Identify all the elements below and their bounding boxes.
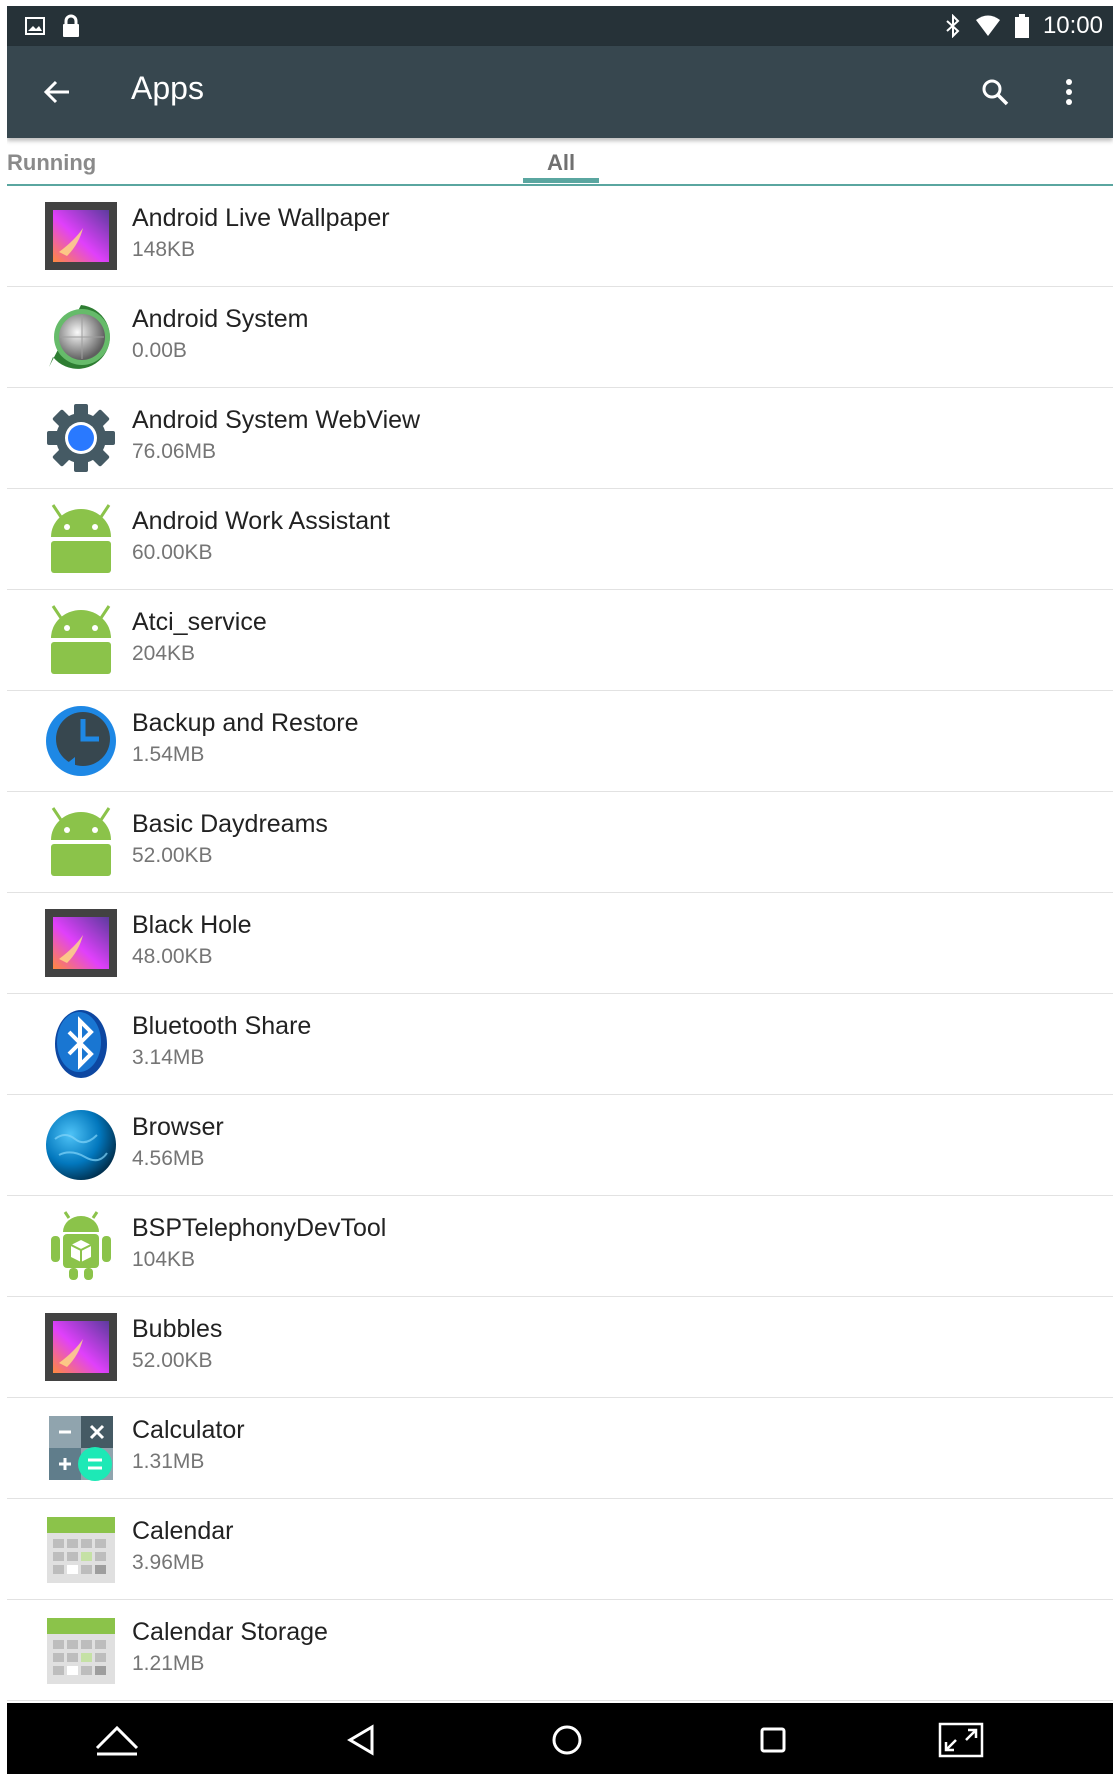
page-title: Apps [131, 70, 204, 106]
tab-bar: Running All [7, 138, 1113, 186]
image-notification-icon [25, 17, 45, 35]
app-name: Atci_service [132, 608, 267, 636]
app-size: 52.00KB [132, 1349, 213, 1372]
app-name: Backup and Restore [132, 709, 359, 737]
app-name: Black Hole [132, 911, 252, 939]
tab-running[interactable]: Running [7, 150, 96, 176]
screenshot-button[interactable] [935, 1717, 987, 1763]
app-row-atci-service[interactable]: Atci_service 204KB [7, 590, 1113, 691]
back-triangle-icon [347, 1724, 374, 1756]
app-name: Bubbles [132, 1315, 223, 1343]
more-options-button[interactable] [1045, 68, 1093, 116]
android-robot-icon [51, 605, 111, 674]
app-size: 3.14MB [132, 1046, 205, 1069]
app-row-android-live-wallpaper[interactable]: Android Live Wallpaper 148KB [7, 186, 1113, 287]
app-name: Android System [132, 305, 309, 333]
app-name: Calendar [132, 1517, 234, 1545]
home-up-button[interactable] [91, 1717, 143, 1763]
app-row-black-hole[interactable]: Black Hole 48.00KB [7, 893, 1113, 994]
wallpaper-icon [45, 909, 117, 977]
app-name: Android Work Assistant [132, 507, 390, 535]
app-name: Calendar Storage [132, 1618, 328, 1646]
battery-icon [1014, 14, 1029, 38]
app-row-bubbles[interactable]: Bubbles 52.00KB [7, 1297, 1113, 1398]
app-row-calendar-storage[interactable]: Calendar Storage 1.21MB [7, 1600, 1113, 1701]
app-size: 3.96MB [132, 1551, 205, 1574]
android-system-icon [49, 305, 110, 369]
home-up-arrow-icon [95, 1725, 139, 1756]
app-name: Calculator [132, 1416, 245, 1444]
app-size: 60.00KB [132, 541, 213, 564]
app-row-android-system-webview[interactable]: Android System WebView 76.06MB [7, 388, 1113, 489]
status-bar: 10:00 [7, 6, 1113, 46]
android-robot-icon [51, 504, 111, 573]
app-size: 104KB [132, 1248, 196, 1271]
nav-home-button[interactable] [541, 1717, 593, 1763]
app-size: 1.31MB [132, 1450, 205, 1473]
android-robot-icon [51, 807, 111, 876]
nav-recents-button[interactable] [747, 1717, 799, 1763]
nav-back-button[interactable] [335, 1717, 387, 1763]
app-name: Android System WebView [132, 406, 421, 434]
bluetooth-icon [945, 14, 961, 38]
app-row-calculator[interactable]: Calculator 1.31MB [7, 1398, 1113, 1499]
app-size: 4.56MB [132, 1147, 205, 1170]
recents-square-icon [760, 1727, 786, 1753]
app-name: Basic Daydreams [132, 810, 328, 838]
app-name: Android Live Wallpaper [132, 204, 390, 232]
app-size: 76.06MB [132, 440, 217, 463]
search-button[interactable] [971, 68, 1019, 116]
tab-all[interactable]: All [547, 150, 575, 176]
app-row-backup-and-restore[interactable]: Backup and Restore 1.54MB [7, 691, 1113, 792]
app-row-calendar[interactable]: Calendar 3.96MB [7, 1499, 1113, 1600]
bluetooth-share-icon [55, 1010, 107, 1078]
screen: 10:00 Apps Running All Android Live Wall… [7, 6, 1113, 1774]
app-size: 148KB [132, 238, 196, 261]
wallpaper-icon [45, 202, 117, 270]
browser-globe-icon [46, 1110, 116, 1180]
app-name: Bluetooth Share [132, 1012, 312, 1040]
app-row-android-work-assistant[interactable]: Android Work Assistant 60.00KB [7, 489, 1113, 590]
calendar-icon [47, 1618, 115, 1684]
app-size: 204KB [132, 642, 196, 665]
app-row-bsptelephonydevtool[interactable]: BSPTelephonyDevTool 104KB [7, 1196, 1113, 1297]
navigation-bar [7, 1703, 1113, 1774]
calculator-icon [49, 1416, 113, 1481]
app-row-basic-daydreams[interactable]: Basic Daydreams 52.00KB [7, 792, 1113, 893]
app-size: 0.00B [132, 339, 187, 362]
app-name: Browser [132, 1113, 224, 1141]
selected-tab-indicator [523, 178, 599, 183]
webview-gear-icon [47, 404, 115, 472]
calendar-icon [47, 1517, 115, 1583]
app-row-bluetooth-share[interactable]: Bluetooth Share 3.14MB [7, 994, 1113, 1095]
status-time: 10:00 [1042, 12, 1103, 39]
search-icon [982, 79, 1009, 106]
app-size: 1.21MB [132, 1652, 205, 1675]
app-size: 52.00KB [132, 844, 213, 867]
more-vert-icon [1066, 79, 1072, 105]
backup-clock-icon [46, 706, 116, 776]
app-size: 1.54MB [132, 743, 205, 766]
back-button[interactable] [33, 68, 81, 116]
app-size: 48.00KB [132, 945, 213, 968]
home-circle-icon [552, 1725, 582, 1755]
lock-icon [61, 14, 81, 38]
app-name: BSPTelephonyDevTool [132, 1214, 387, 1242]
screenshot-expand-icon [938, 1722, 984, 1758]
app-list: Android Live Wallpaper 148KB Android Sys… [7, 186, 1113, 1701]
android-package-icon [51, 1211, 111, 1280]
wallpaper-icon [45, 1313, 117, 1381]
app-row-browser[interactable]: Browser 4.56MB [7, 1095, 1113, 1196]
back-arrow-icon [43, 80, 69, 104]
wifi-icon [975, 15, 1001, 37]
app-bar: Apps [7, 46, 1113, 138]
app-row-android-system[interactable]: Android System 0.00B [7, 287, 1113, 388]
